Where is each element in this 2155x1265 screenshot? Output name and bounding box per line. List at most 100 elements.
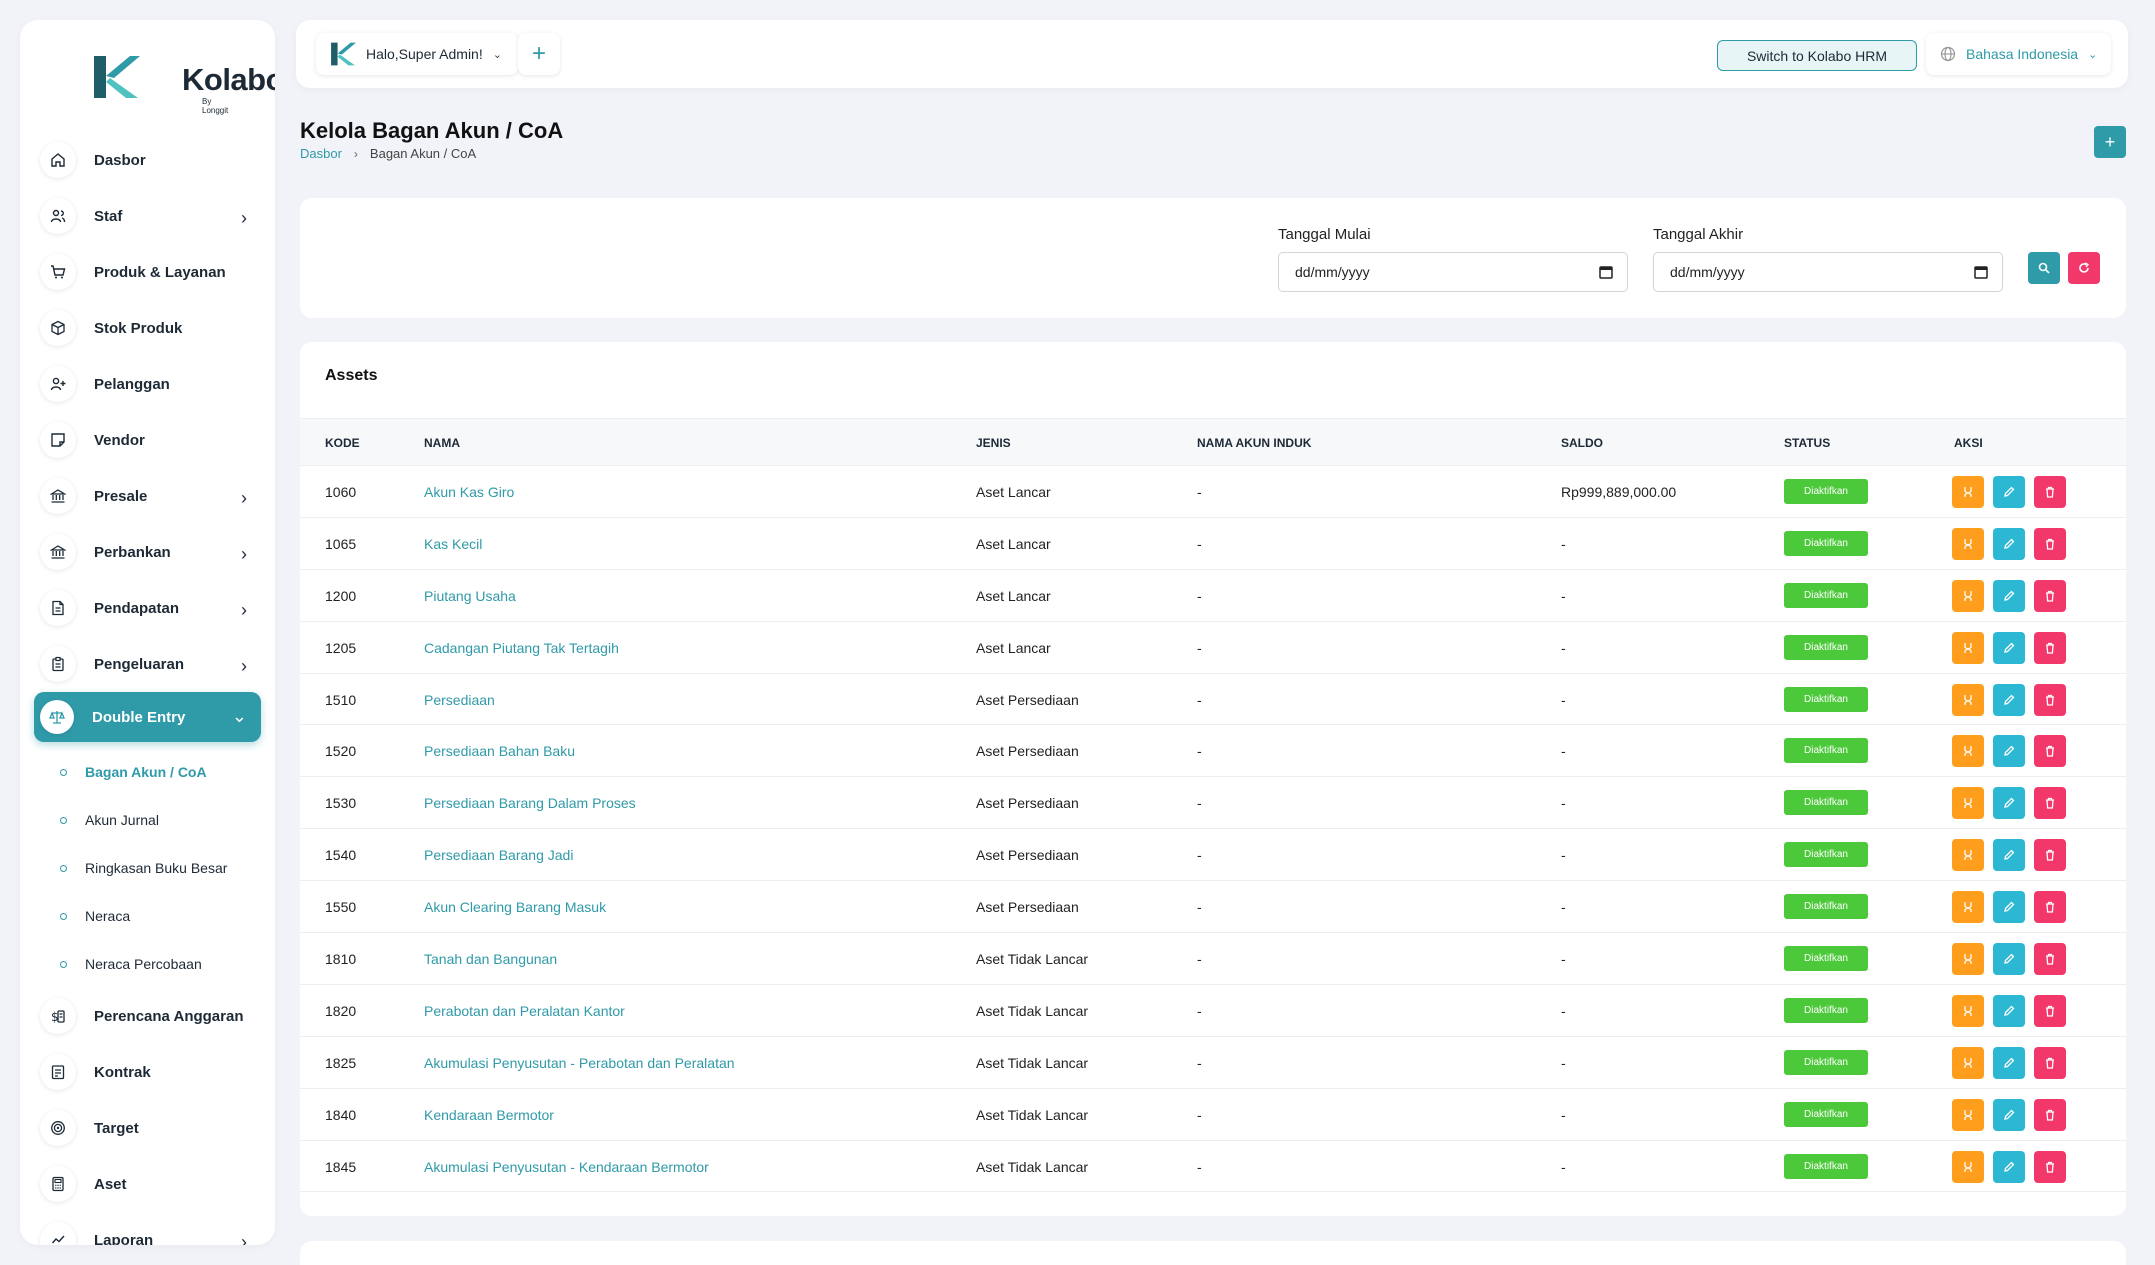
quick-add-button[interactable]: + [518, 33, 560, 75]
sidebar-item-stok-produk[interactable]: Stok Produk [20, 300, 275, 356]
cell-nama[interactable]: Kendaraan Bermotor [424, 1107, 554, 1123]
transfer-button[interactable] [1952, 735, 1984, 768]
switch-hrm-button[interactable]: Switch to Kolabo HRM [1717, 40, 1917, 71]
transfer-button[interactable] [1952, 476, 1984, 508]
cell-nama[interactable]: Tanah dan Bangunan [424, 951, 557, 967]
transfer-button[interactable] [1952, 891, 1984, 924]
cell-nama[interactable]: Persediaan [424, 692, 495, 708]
edit-button[interactable] [1993, 1046, 2025, 1079]
sidebar-item-laporan[interactable]: Laporan › [20, 1212, 275, 1245]
col-saldo[interactable]: SALDO [1561, 436, 1603, 450]
sidebar-item-staf[interactable]: Staf › [20, 188, 275, 244]
edit-button[interactable] [1993, 683, 2025, 716]
calendar-icon[interactable] [1974, 265, 1988, 279]
edit-button[interactable] [1993, 1150, 2025, 1183]
cell-nama[interactable]: Akumulasi Penyusutan - Perabotan dan Per… [424, 1055, 735, 1071]
sidebar-item-kontrak[interactable]: Kontrak [20, 1044, 275, 1100]
delete-button[interactable] [2034, 735, 2066, 768]
transfer-button[interactable] [1952, 943, 1984, 976]
cell-nama[interactable]: Persediaan Bahan Baku [424, 743, 575, 759]
edit-button[interactable] [1993, 527, 2025, 560]
cell-nama[interactable]: Kas Kecil [424, 536, 482, 552]
edit-button[interactable] [1993, 579, 2025, 612]
add-account-button[interactable]: + [2094, 126, 2126, 158]
transfer-button[interactable] [1952, 631, 1984, 664]
subnav-item-neraca-percobaan[interactable]: Neraca Percobaan [20, 940, 275, 988]
cell-nama[interactable]: Piutang Usaha [424, 588, 516, 604]
transfer-button[interactable] [1952, 1150, 1984, 1183]
cell-nama[interactable]: Persediaan Barang Jadi [424, 847, 573, 863]
sidebar-item-aset[interactable]: Aset [20, 1156, 275, 1212]
delete-button[interactable] [2034, 891, 2066, 924]
transfer-button[interactable] [1952, 787, 1984, 820]
edit-button[interactable] [1993, 476, 2025, 508]
delete-button[interactable] [2034, 839, 2066, 872]
cell-nama[interactable]: Persediaan Barang Dalam Proses [424, 795, 636, 811]
edit-button[interactable] [1993, 839, 2025, 872]
sidebar-item-dasbor[interactable]: Dasbor [20, 132, 275, 188]
trash-icon [2044, 694, 2056, 706]
subnav-item-bagan-akun-coa[interactable]: Bagan Akun / CoA [20, 748, 275, 796]
start-date-input[interactable]: dd/mm/yyyy [1278, 252, 1628, 292]
brand-logo[interactable]: Kolabo By Longgit [72, 34, 275, 115]
edit-button[interactable] [1993, 631, 2025, 664]
cell-nama[interactable]: Perabotan dan Peralatan Kantor [424, 1003, 625, 1019]
delete-button[interactable] [2034, 787, 2066, 820]
sidebar-item-double-entry[interactable]: Double Entry ⌄ [34, 692, 261, 742]
subnav-item-ringkasan-buku-besar[interactable]: Ringkasan Buku Besar [20, 844, 275, 892]
sidebar-item-presale[interactable]: Presale › [20, 468, 275, 524]
language-selector[interactable]: Bahasa Indonesia ⌄ [1926, 33, 2112, 75]
delete-button[interactable] [2034, 994, 2066, 1027]
edit-button[interactable] [1993, 787, 2025, 820]
transfer-button[interactable] [1952, 1098, 1984, 1131]
sidebar-item-pendapatan[interactable]: Pendapatan › [20, 580, 275, 636]
transfer-button[interactable] [1952, 579, 1984, 612]
delete-button[interactable] [2034, 683, 2066, 716]
delete-button[interactable] [2034, 631, 2066, 664]
sidebar-item-produk-layanan[interactable]: Produk & Layanan [20, 244, 275, 300]
sidebar-item-target[interactable]: Target [20, 1100, 275, 1156]
delete-button[interactable] [2034, 943, 2066, 976]
cell-nama[interactable]: Akun Kas Giro [424, 484, 514, 500]
delete-button[interactable] [2034, 579, 2066, 612]
sidebar-item-pelanggan[interactable]: Pelanggan [20, 356, 275, 412]
sidebar-item-vendor[interactable]: Vendor [20, 412, 275, 468]
sidebar-item-perbankan[interactable]: Perbankan › [20, 524, 275, 580]
delete-button[interactable] [2034, 527, 2066, 560]
end-date-input[interactable]: dd/mm/yyyy [1653, 252, 2003, 292]
cell-nama[interactable]: Cadangan Piutang Tak Tertagih [424, 640, 619, 656]
reset-button[interactable] [2068, 252, 2100, 284]
col-jenis[interactable]: JENIS [976, 436, 1011, 450]
user-menu[interactable]: Halo,Super Admin! ⌄ [316, 33, 518, 75]
transfer-button[interactable] [1952, 994, 1984, 1027]
cell-nama[interactable]: Akun Clearing Barang Masuk [424, 899, 606, 915]
subnav-item-akun-jurnal[interactable]: Akun Jurnal [20, 796, 275, 844]
edit-button[interactable] [1993, 994, 2025, 1027]
calendar-icon[interactable] [1599, 265, 1613, 279]
cell-kode: 1550 [325, 899, 357, 916]
delete-button[interactable] [2034, 1150, 2066, 1183]
col-nama[interactable]: NAMA [424, 436, 460, 450]
breadcrumb-dasbor[interactable]: Dasbor [300, 146, 342, 161]
transfer-button[interactable] [1952, 839, 1984, 872]
search-button[interactable] [2028, 252, 2060, 284]
sidebar-item-perencana-anggaran[interactable]: $ Perencana Anggaran [20, 988, 275, 1044]
transfer-button[interactable] [1952, 683, 1984, 716]
cell-nama[interactable]: Akumulasi Penyusutan - Kendaraan Bermoto… [424, 1159, 709, 1175]
delete-button[interactable] [2034, 1046, 2066, 1079]
edit-button[interactable] [1993, 891, 2025, 924]
edit-button[interactable] [1993, 735, 2025, 768]
edit-button[interactable] [1993, 1098, 2025, 1131]
sidebar-item-pengeluaran[interactable]: Pengeluaran › [20, 636, 275, 692]
delete-button[interactable] [2034, 1098, 2066, 1131]
col-kode[interactable]: KODE [325, 436, 360, 450]
edit-button[interactable] [1993, 943, 2025, 976]
transfer-button[interactable] [1952, 527, 1984, 560]
col-induk[interactable]: NAMA AKUN INDUK [1197, 436, 1311, 450]
cell-jenis: Aset Tidak Lancar [976, 1158, 1089, 1175]
transfer-button[interactable] [1952, 1046, 1984, 1079]
cell-induk: - [1197, 1158, 1202, 1175]
subnav-item-neraca[interactable]: Neraca [20, 892, 275, 940]
col-status[interactable]: STATUS [1784, 436, 1830, 450]
delete-button[interactable] [2034, 476, 2066, 508]
